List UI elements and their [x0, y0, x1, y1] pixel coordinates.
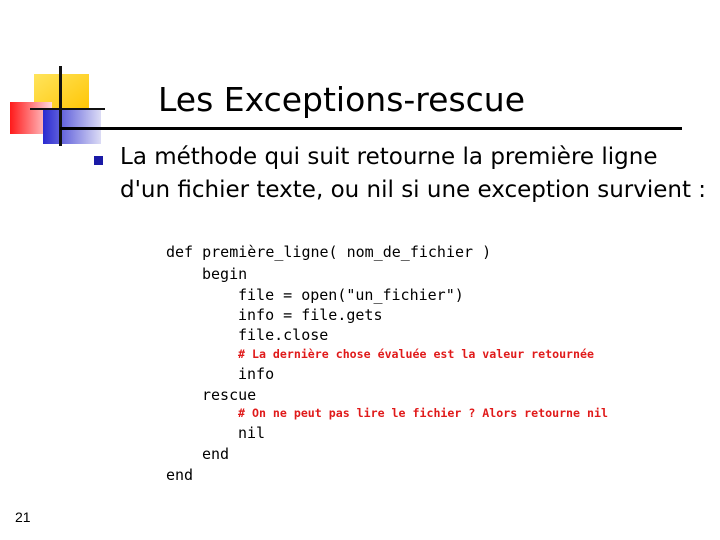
bullet-square-icon: [94, 156, 103, 165]
slide-title: Les Exceptions-rescue: [158, 80, 525, 119]
code-comment-return: # La dernière chose évaluée est la valeu…: [238, 347, 594, 361]
code-line-close: file.close: [238, 326, 329, 344]
code-line-gets: info = file.gets: [238, 306, 383, 324]
code-line-end-outer: end: [166, 466, 194, 484]
title-divider: [60, 127, 682, 130]
code-line-end-inner: end: [202, 445, 230, 463]
code-line-info: info: [238, 365, 275, 383]
code-line-begin: begin: [202, 265, 248, 283]
bullet-text: La méthode qui suit retourne la première…: [120, 144, 707, 203]
code-comment-rescue: # On ne peut pas lire le fichier ? Alors…: [238, 406, 608, 420]
slide-number: 21: [15, 509, 31, 525]
code-line-open: file = open("un_fichier"): [238, 286, 464, 304]
code-line-nil: nil: [238, 424, 266, 442]
code-line-rescue: rescue: [202, 386, 257, 404]
code-line-def: def première_ligne( nom_de_fichier ): [166, 243, 492, 261]
